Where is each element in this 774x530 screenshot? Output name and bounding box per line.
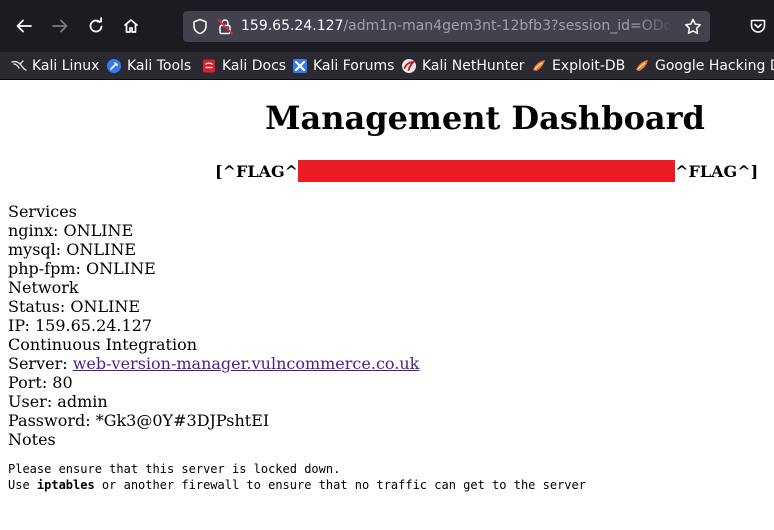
flag-suffix: ^FLAG^] (675, 161, 759, 181)
notes-line-1: Please ensure that this server is locked… (8, 462, 341, 476)
kali-docs-icon (203, 59, 215, 72)
ghdb-icon (636, 59, 648, 71)
bookmark-star-icon[interactable] (684, 18, 702, 35)
ci-server-row: Server: web-version-manager.vulncommerce… (8, 354, 419, 373)
bookmark-exploit-db[interactable]: Exploit-DB (531, 52, 625, 79)
ci-heading: Continuous Integration (8, 335, 198, 354)
url-host: 159.65.24.127 (241, 18, 344, 34)
bookmark-kali-nethunter[interactable]: Kali NetHunter (401, 52, 524, 79)
nethunter-icon (402, 58, 416, 73)
bookmark-label: Kali Forums (313, 57, 395, 74)
ci-password: Password: *Gk3@0Y#3DJPshtEI (8, 411, 270, 430)
back-button[interactable] (10, 12, 38, 40)
bookmark-kali-docs[interactable]: Kali Docs (201, 52, 286, 79)
notes-line-2: Use iptables or another firewall to ensu… (8, 477, 586, 493)
services-heading: Services (8, 202, 77, 221)
url-fade (636, 11, 676, 42)
flag-line: [^FLAG^ ^FLAG^] (215, 160, 758, 182)
network-heading: Network (8, 278, 79, 297)
ci-user: User: admin (8, 392, 108, 411)
notes-line-2-post: or another firewall to ensure that no tr… (94, 478, 586, 492)
network-status: Status: ONLINE (8, 297, 141, 316)
bookmarks-toolbar: Kali Linux Kali Tools Kali Docs Kali For… (0, 52, 774, 80)
bookmark-google-hacking-db[interactable]: Google Hacking DB (634, 52, 774, 79)
page-content: Management Dashboard [^FLAG^ ^FLAG^] Ser… (0, 80, 774, 530)
home-button[interactable] (117, 12, 145, 40)
bookmark-kali-forums[interactable]: Kali Forums (292, 52, 394, 79)
network-ip: IP: 159.65.24.127 (8, 316, 153, 335)
ci-server-link[interactable]: web-version-manager.vulncommerce.co.uk (73, 354, 420, 373)
notes-text: Please ensure that this server is locked… (8, 461, 586, 493)
pocket-button[interactable] (744, 12, 772, 40)
ci-port: Port: 80 (8, 373, 73, 392)
service-status: php-fpm: ONLINE (8, 259, 156, 278)
bookmark-label: Kali Docs (222, 57, 287, 74)
bookmark-label: Exploit-DB (552, 57, 626, 74)
forward-button[interactable] (46, 12, 74, 40)
ci-server-label: Server: (8, 354, 73, 373)
page-title: Management Dashboard (265, 99, 705, 137)
bookmark-kali-linux[interactable]: Kali Linux (11, 52, 99, 79)
kali-forums-icon (293, 58, 307, 73)
insecure-lock-icon[interactable] (217, 18, 233, 35)
notes-line-2-pre: Use (8, 478, 37, 492)
reload-button[interactable] (82, 12, 110, 40)
notes-heading: Notes (8, 430, 56, 449)
kali-tools-icon (107, 58, 121, 73)
flag-redaction (298, 160, 676, 182)
service-status: nginx: ONLINE (8, 221, 134, 240)
shield-icon[interactable] (192, 18, 208, 35)
kali-dragon-icon (11, 59, 27, 71)
pocket-icon (750, 19, 766, 33)
flag-prefix: [^FLAG^ (215, 161, 299, 181)
url-path: /adm1n-man4gem3nt-12bfb3?session_id=ODcy… (343, 18, 671, 34)
notes-iptables: iptables (36, 478, 95, 492)
url-text[interactable]: 159.65.24.127/adm1n-man4gem3nt-12bfb3?se… (241, 11, 671, 42)
home-icon (123, 19, 139, 33)
bookmark-label: Kali Tools (127, 57, 192, 74)
service-status: mysql: ONLINE (8, 240, 136, 259)
bookmark-label: Kali Linux (32, 57, 100, 74)
reload-icon (89, 17, 103, 33)
bookmark-label: Google Hacking DB (655, 57, 774, 74)
back-arrow-icon (16, 19, 32, 33)
browser-toolbar: 159.65.24.127/adm1n-man4gem3nt-12bfb3?se… (0, 0, 774, 52)
dashboard-info: Services nginx: ONLINE mysql: ONLINE php… (8, 202, 419, 449)
bookmark-kali-tools[interactable]: Kali Tools (106, 52, 191, 79)
forward-arrow-icon (52, 19, 68, 33)
exploit-db-icon (533, 59, 545, 71)
bookmark-label: Kali NetHunter (422, 57, 525, 74)
address-bar[interactable]: 159.65.24.127/adm1n-man4gem3nt-12bfb3?se… (183, 11, 710, 42)
